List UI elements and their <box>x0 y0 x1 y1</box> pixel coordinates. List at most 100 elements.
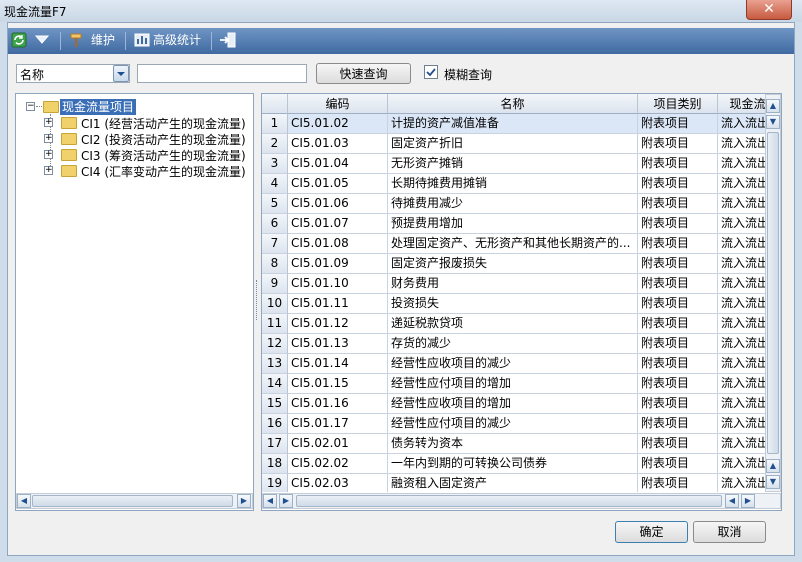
table-cell[interactable]: 固定资产报废损失 <box>388 254 638 274</box>
table-cell[interactable]: CI5.01.16 <box>288 394 388 414</box>
tree-item-ci2[interactable]: CI2 (投资活动产生的现金流量) <box>81 131 246 148</box>
close-button[interactable]: ✕ <box>746 0 792 20</box>
table-cell[interactable]: 投资损失 <box>388 294 638 314</box>
row-number[interactable]: 15 <box>262 394 288 414</box>
filter-dropdown-icon[interactable] <box>34 33 50 47</box>
row-number[interactable]: 14 <box>262 374 288 394</box>
row-number[interactable]: 17 <box>262 434 288 454</box>
row-number[interactable]: 2 <box>262 134 288 154</box>
advanced-stats-button[interactable]: 高级统计 <box>153 31 201 48</box>
ok-button[interactable]: 确定 <box>615 521 688 543</box>
refresh-icon[interactable] <box>11 32 27 48</box>
exit-icon[interactable] <box>219 32 237 48</box>
row-number[interactable]: 5 <box>262 194 288 214</box>
table-cell[interactable]: 经营性应收项目的减少 <box>388 354 638 374</box>
table-cell[interactable]: CI5.01.06 <box>288 194 388 214</box>
table-cell[interactable]: 融资租入固定资产 <box>388 474 638 492</box>
tree-scroll-thumb[interactable] <box>32 495 233 507</box>
table-cell[interactable]: CI5.01.08 <box>288 234 388 254</box>
table-cell[interactable]: CI5.01.10 <box>288 274 388 294</box>
table-cell[interactable]: 流入流出 <box>718 254 765 274</box>
table-cell[interactable]: 流入流出 <box>718 454 765 474</box>
column-header[interactable]: 现金流 <box>718 94 765 114</box>
table-cell[interactable]: 长期待摊费用摊销 <box>388 174 638 194</box>
table-cell[interactable]: 流入流出 <box>718 314 765 334</box>
table-cell[interactable]: 附表项目 <box>638 314 718 334</box>
table-cell[interactable]: 流入流出 <box>718 134 765 154</box>
table-cell[interactable]: 流入流出 <box>718 354 765 374</box>
table-cell[interactable]: 存货的减少 <box>388 334 638 354</box>
cancel-button[interactable]: 取消 <box>693 521 766 543</box>
splitter-handle[interactable] <box>256 280 258 320</box>
table-cell[interactable]: CI5.02.01 <box>288 434 388 454</box>
expand-icon[interactable]: + <box>44 166 53 175</box>
column-header[interactable]: 名称 <box>388 94 638 114</box>
table-cell[interactable]: 附表项目 <box>638 294 718 314</box>
table-cell[interactable]: CI5.02.03 <box>288 474 388 492</box>
table-cell[interactable]: CI5.01.12 <box>288 314 388 334</box>
table-cell[interactable]: 计提的资产减值准备 <box>388 114 638 134</box>
row-number[interactable]: 13 <box>262 354 288 374</box>
row-number[interactable]: 10 <box>262 294 288 314</box>
column-header[interactable]: 项目类别 <box>638 94 718 114</box>
table-cell[interactable]: 固定资产折旧 <box>388 134 638 154</box>
table-cell[interactable]: 附表项目 <box>638 114 718 134</box>
tree-item-ci4[interactable]: CI4 (汇率变动产生的现金流量) <box>81 163 246 180</box>
table-cell[interactable]: 附表项目 <box>638 474 718 492</box>
scroll-right-icon[interactable]: ▶ <box>279 494 293 508</box>
table-cell[interactable]: 流入流出 <box>718 214 765 234</box>
search-input[interactable] <box>137 64 307 83</box>
table-cell[interactable]: CI5.01.03 <box>288 134 388 154</box>
table-cell[interactable]: 递延税款贷项 <box>388 314 638 334</box>
table-cell[interactable]: 无形资产摊销 <box>388 154 638 174</box>
maintain-button[interactable]: 维护 <box>91 31 115 48</box>
table-cell[interactable]: 财务费用 <box>388 274 638 294</box>
table-cell[interactable]: 待摊费用减少 <box>388 194 638 214</box>
table-cell[interactable]: 流入流出 <box>718 174 765 194</box>
scroll-down-icon[interactable]: ▼ <box>766 115 780 129</box>
scroll-up-icon[interactable]: ▲ <box>766 459 780 473</box>
column-header[interactable]: 编码 <box>288 94 388 114</box>
expand-icon[interactable]: + <box>44 118 53 127</box>
collapse-icon[interactable]: − <box>26 102 35 111</box>
table-cell[interactable]: 附表项目 <box>638 214 718 234</box>
table-cell[interactable]: 附表项目 <box>638 154 718 174</box>
row-number[interactable]: 18 <box>262 454 288 474</box>
table-cell[interactable]: CI5.01.14 <box>288 354 388 374</box>
tree-root-label[interactable]: 现金流量项目 <box>60 99 137 115</box>
table-cell[interactable]: CI5.01.17 <box>288 414 388 434</box>
chevron-down-icon[interactable] <box>113 65 129 82</box>
row-number[interactable]: 11 <box>262 314 288 334</box>
scroll-up-icon[interactable]: ▲ <box>766 99 780 113</box>
table-cell[interactable]: 附表项目 <box>638 454 718 474</box>
table-cell[interactable]: CI5.01.02 <box>288 114 388 134</box>
table-cell[interactable]: 债务转为资本 <box>388 434 638 454</box>
table-cell[interactable]: 附表项目 <box>638 394 718 414</box>
hammer-icon[interactable] <box>69 32 83 48</box>
table-horizontal-scroll-thumb[interactable] <box>296 495 722 507</box>
table-cell[interactable]: 附表项目 <box>638 254 718 274</box>
table-cell[interactable]: 流入流出 <box>718 114 765 134</box>
row-number[interactable]: 9 <box>262 274 288 294</box>
fuzzy-query-checkbox[interactable] <box>424 65 438 79</box>
table-cell[interactable]: CI5.01.07 <box>288 214 388 234</box>
table-cell[interactable]: 附表项目 <box>638 174 718 194</box>
table-cell[interactable]: 一年内到期的可转换公司债券 <box>388 454 638 474</box>
table-cell[interactable]: 附表项目 <box>638 134 718 154</box>
scroll-right-icon[interactable]: ▶ <box>237 494 251 508</box>
tree-item-ci1[interactable]: CI1 (经营活动产生的现金流量) <box>81 115 246 132</box>
table-cell[interactable]: 附表项目 <box>638 194 718 214</box>
table-cell[interactable]: CI5.01.04 <box>288 154 388 174</box>
table-cell[interactable]: CI5.01.13 <box>288 334 388 354</box>
expand-icon[interactable]: + <box>44 150 53 159</box>
table-cell[interactable]: CI5.01.11 <box>288 294 388 314</box>
table-cell[interactable]: 流入流出 <box>718 414 765 434</box>
table-cell[interactable]: 预提费用增加 <box>388 214 638 234</box>
table-cell[interactable]: 经营性应收项目的增加 <box>388 394 638 414</box>
tree-item-ci3[interactable]: CI3 (筹资活动产生的现金流量) <box>81 147 246 164</box>
table-cell[interactable]: 流入流出 <box>718 274 765 294</box>
table-cell[interactable]: 附表项目 <box>638 434 718 454</box>
row-number[interactable]: 8 <box>262 254 288 274</box>
row-number[interactable]: 1 <box>262 114 288 134</box>
table-cell[interactable]: 附表项目 <box>638 234 718 254</box>
